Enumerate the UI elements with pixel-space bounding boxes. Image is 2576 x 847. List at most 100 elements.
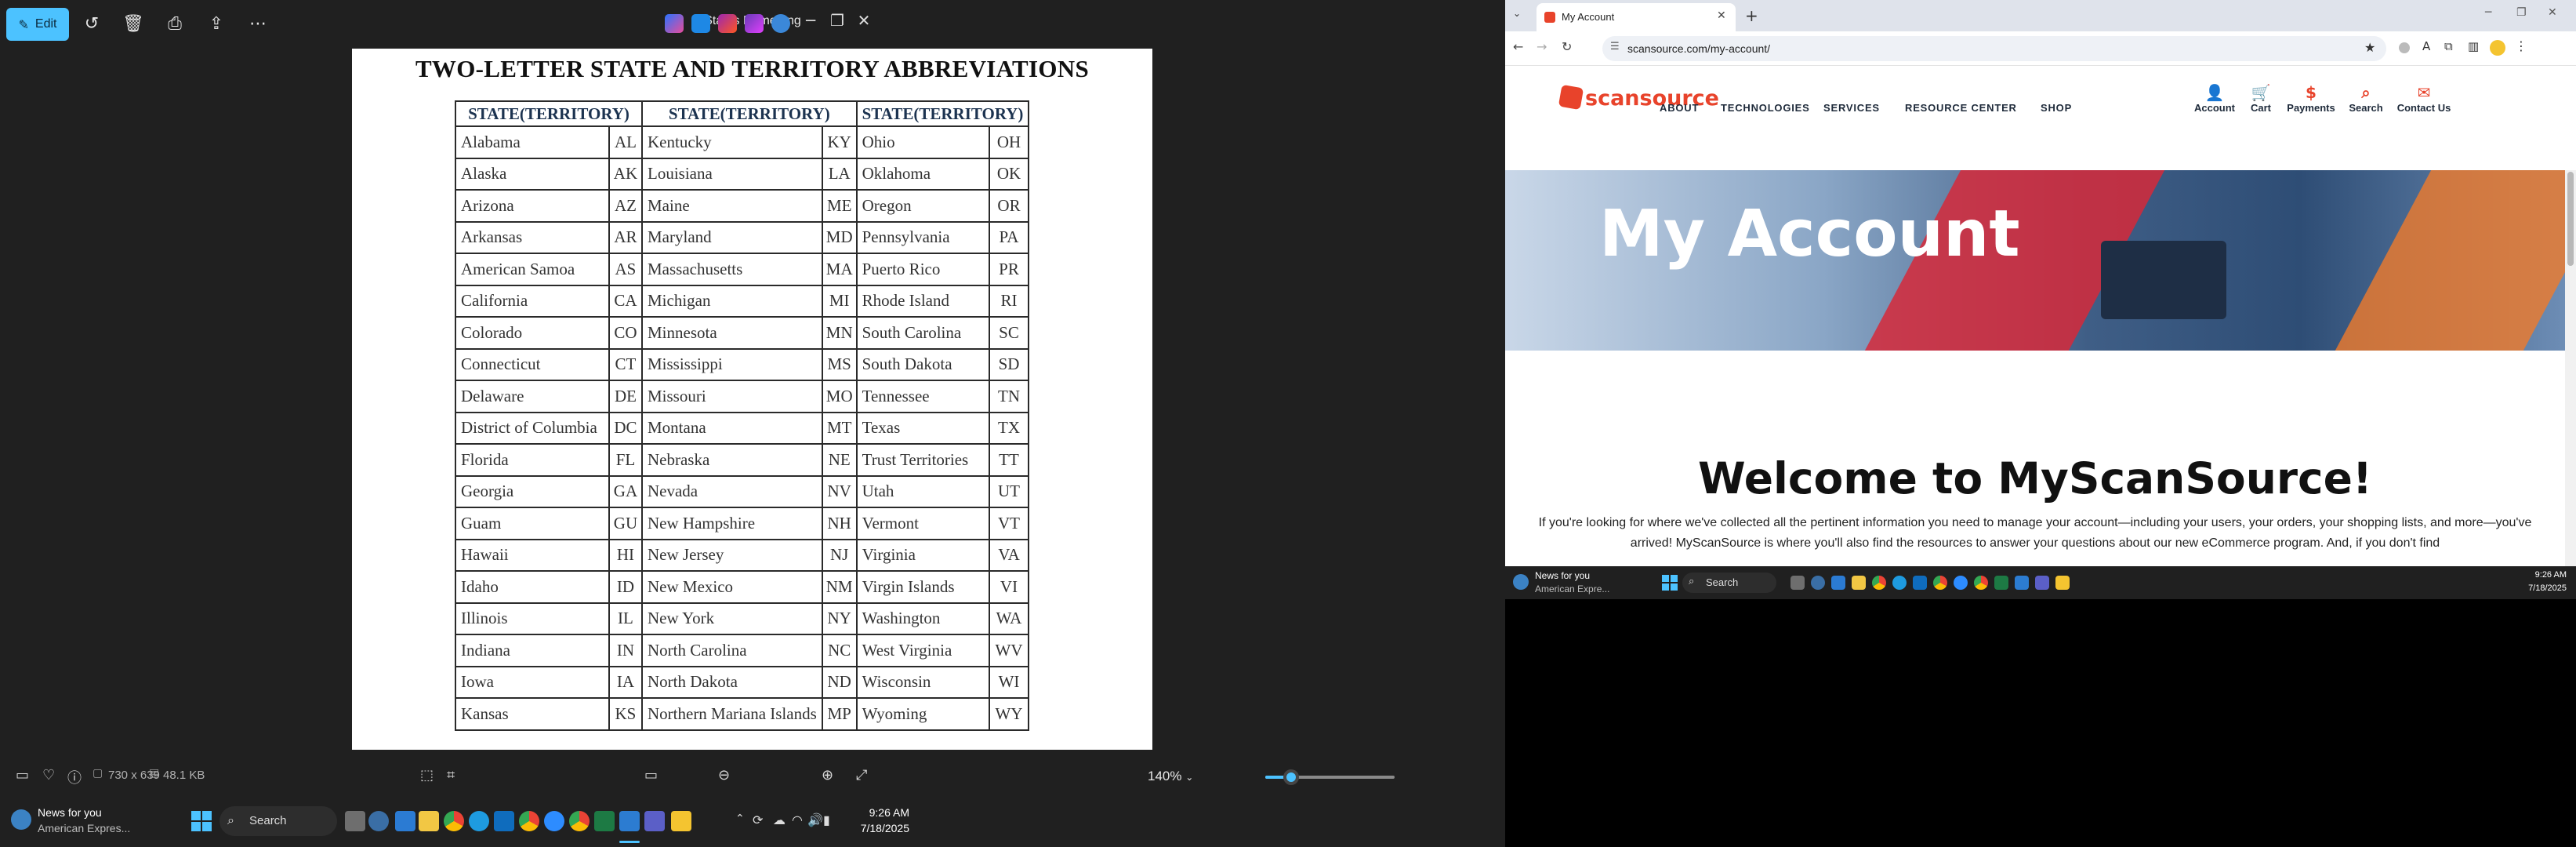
tab-search-icon[interactable]: ⌄ (1513, 8, 1521, 19)
nav-technologies[interactable]: TECHNOLOGIES (1721, 102, 1810, 114)
logo-icon[interactable] (1558, 84, 1584, 111)
close-icon[interactable]: ✕ (848, 11, 880, 35)
volume-icon[interactable]: 🔊 (807, 812, 823, 827)
teams-icon[interactable] (2035, 576, 2049, 590)
close-tab-icon[interactable]: ✕ (1717, 9, 1726, 22)
rotate-icon[interactable]: ↺ (76, 9, 107, 38)
crop-icon[interactable]: ⬚ (420, 767, 434, 783)
chrome-icon[interactable] (569, 811, 590, 831)
page-scrollbar[interactable] (2565, 170, 2576, 566)
chrome-icon[interactable] (519, 811, 539, 831)
sidebar-icon[interactable]: ▥ (2468, 39, 2479, 53)
excel-icon[interactable] (594, 811, 615, 831)
clock-date[interactable]: 7/18/2025 (2501, 583, 2567, 593)
read-aloud-icon[interactable]: A (2422, 39, 2430, 53)
search-box[interactable]: ⌕ Search (1682, 573, 1776, 593)
paint-icon[interactable] (718, 14, 737, 33)
sticky-notes-icon[interactable] (671, 811, 691, 831)
clock-time[interactable]: 9:26 AM (847, 806, 909, 819)
filmstrip-icon[interactable]: ▭ (16, 767, 29, 783)
contact-link[interactable]: ✉ Contact Us (2391, 83, 2457, 114)
zoom-app-icon[interactable] (1954, 576, 1968, 590)
outlook-icon[interactable] (1913, 576, 1927, 590)
account-link[interactable]: 👤 Account (2187, 83, 2242, 114)
zoom-slider[interactable] (1265, 769, 1395, 785)
cloud-icon[interactable]: ☁ (773, 812, 785, 827)
sticky-notes-icon[interactable] (2055, 576, 2070, 590)
maximize-icon[interactable]: ❐ (2516, 6, 2527, 19)
edge-icon[interactable] (469, 811, 489, 831)
share-icon[interactable]: ⇪ (201, 9, 232, 38)
favorite-icon[interactable]: ♡ (42, 767, 55, 783)
bookmark-star-icon[interactable]: ★ (2364, 40, 2375, 55)
cart-link[interactable]: 🛒 Cart (2244, 83, 2278, 114)
calculator-icon[interactable] (395, 811, 415, 831)
reload-icon[interactable]: ↻ (1562, 39, 1572, 54)
search-image-icon[interactable]: ⌗ (447, 767, 455, 783)
file-explorer-icon[interactable] (419, 811, 439, 831)
file-explorer-icon[interactable] (1852, 576, 1866, 590)
wifi-icon[interactable]: ◠ (792, 812, 803, 827)
sync-icon[interactable]: ⟳ (753, 812, 763, 827)
close-icon[interactable]: ✕ (2548, 6, 2557, 19)
zoom-in-icon[interactable]: ⊕ (822, 767, 833, 783)
nav-about[interactable]: ABOUT (1660, 102, 1699, 114)
chrome-icon[interactable] (1974, 576, 1988, 590)
fit-window-icon[interactable]: ▭ (644, 767, 658, 783)
search-box[interactable]: ⌕ Search (220, 806, 337, 836)
start-icon[interactable] (191, 811, 212, 831)
start-icon[interactable] (1662, 575, 1678, 591)
print-icon[interactable]: ⎙ (159, 9, 190, 38)
profile-avatar[interactable] (2490, 40, 2505, 56)
new-tab-icon[interactable]: + (1745, 6, 1758, 25)
copilot-icon[interactable] (665, 14, 684, 33)
chrome-icon[interactable] (444, 811, 464, 831)
photos-icon[interactable] (2015, 576, 2029, 590)
url-field[interactable]: ☰ scansource.com/my-account/ ★ (1602, 36, 2386, 61)
zoom-app-icon[interactable] (544, 811, 564, 831)
nav-shop[interactable]: SHOP (2041, 102, 2072, 114)
app-icon[interactable] (1811, 576, 1825, 590)
onedrive-icon[interactable] (771, 14, 790, 33)
chrome-icon[interactable] (1933, 576, 1947, 590)
chrome-icon[interactable] (1872, 576, 1886, 590)
more-icon[interactable]: ⋯ (242, 9, 274, 38)
battery-icon[interactable]: ▮ (823, 812, 830, 827)
zoom-level[interactable]: 140% ⌄ (1148, 769, 1193, 784)
news-title[interactable]: News for you (1535, 570, 1590, 581)
minimize-icon[interactable]: ─ (2485, 6, 2491, 19)
photos-icon[interactable] (619, 811, 640, 831)
logo-text[interactable]: scansource (1585, 86, 1719, 111)
menu-icon[interactable]: ⋮ (2515, 38, 2527, 53)
news-icon[interactable] (11, 809, 31, 830)
tab-my-account[interactable]: My Account ✕ (1537, 3, 1736, 31)
clock-time[interactable]: 9:26 AM (2501, 570, 2567, 580)
news-icon[interactable] (1513, 574, 1529, 590)
info-icon[interactable]: ⓘ (67, 767, 82, 787)
excel-icon[interactable] (1994, 576, 2008, 590)
payments-link[interactable]: $ Payments (2281, 83, 2341, 114)
extensions-icon[interactable]: ⧉ (2444, 39, 2453, 53)
back-icon[interactable]: ← (1513, 39, 1523, 54)
zoom-out-icon[interactable]: ⊖ (718, 767, 730, 783)
task-view-icon[interactable] (345, 811, 365, 831)
chevron-up-icon[interactable]: ⌃ (735, 812, 745, 825)
search-link[interactable]: ⌕ Search (2342, 83, 2389, 114)
site-info-icon[interactable]: ☰ (1610, 41, 1620, 53)
extension-icon[interactable] (2399, 42, 2410, 53)
forward-icon[interactable]: → (1537, 39, 1547, 54)
nav-resource-center[interactable]: RESOURCE CENTER (1905, 102, 2017, 114)
fullscreen-icon[interactable]: ⤢ (856, 767, 867, 783)
scrollbar-thumb[interactable] (2567, 172, 2574, 266)
task-view-icon[interactable] (1791, 576, 1805, 590)
news-title[interactable]: News for you (38, 806, 102, 819)
zoom-slider-thumb[interactable] (1283, 769, 1299, 785)
calculator-icon[interactable] (1831, 576, 1845, 590)
teams-icon[interactable] (644, 811, 665, 831)
outlook-icon[interactable] (494, 811, 514, 831)
edit-button[interactable]: ✎ Edit (6, 8, 69, 41)
delete-icon[interactable]: 🗑 (118, 9, 149, 38)
clock-date[interactable]: 7/18/2025 (847, 822, 909, 834)
clipchamp-icon[interactable] (745, 14, 764, 33)
edge-icon[interactable] (1892, 576, 1907, 590)
